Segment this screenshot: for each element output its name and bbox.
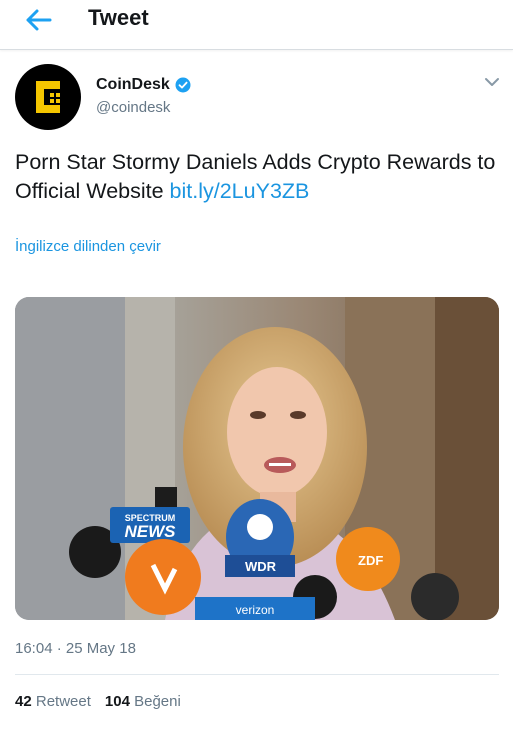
tweet-timestamp: 16:04 · 25 May 18 [15, 640, 136, 657]
likes-stat[interactable]: 104 Beğeni [105, 693, 181, 710]
author-name-row: CoinDesk [96, 76, 191, 94]
likes-count: 104 [104, 693, 130, 710]
translate-link[interactable]: İngilizce dilinden çevir [15, 238, 161, 255]
avatar[interactable] [15, 64, 81, 130]
tweet-text: Porn Star Stormy Daniels Adds Crypto Rew… [15, 148, 500, 206]
top-bar: Tweet [0, 0, 513, 50]
tweet-menu-button[interactable] [480, 72, 504, 92]
mic-flag-news: NEWS [125, 522, 177, 541]
mic-flag-verizon: verizon [236, 603, 275, 617]
retweets-stat[interactable]: 42 Retweet [15, 693, 91, 710]
mic-flag-zdf: ZDF [358, 553, 383, 568]
back-button[interactable] [18, 4, 58, 36]
retweets-label: Retweet [35, 693, 91, 710]
divider [15, 674, 499, 675]
retweets-count: 42 [15, 693, 32, 710]
page-title: Tweet [88, 5, 149, 30]
photo-illustration: SPECTRUM NEWS WDR ZDF verizon [15, 297, 499, 620]
arrow-left-icon [26, 9, 52, 31]
tweet-photo[interactable]: SPECTRUM NEWS WDR ZDF verizon [15, 297, 499, 620]
likes-label: Beğeni [134, 693, 181, 710]
tweet-stats: 42 Retweet 104 Beğeni [15, 693, 181, 710]
author-name[interactable]: CoinDesk [96, 76, 170, 94]
verified-badge-icon [175, 77, 191, 93]
mic-flag-wdr: WDR [245, 559, 277, 574]
coindesk-logo-icon [36, 81, 60, 113]
chevron-down-icon [485, 78, 499, 86]
tweet-link[interactable]: bit.ly/2LuY3ZB [170, 179, 310, 203]
author-handle[interactable]: @coindesk [96, 99, 170, 116]
